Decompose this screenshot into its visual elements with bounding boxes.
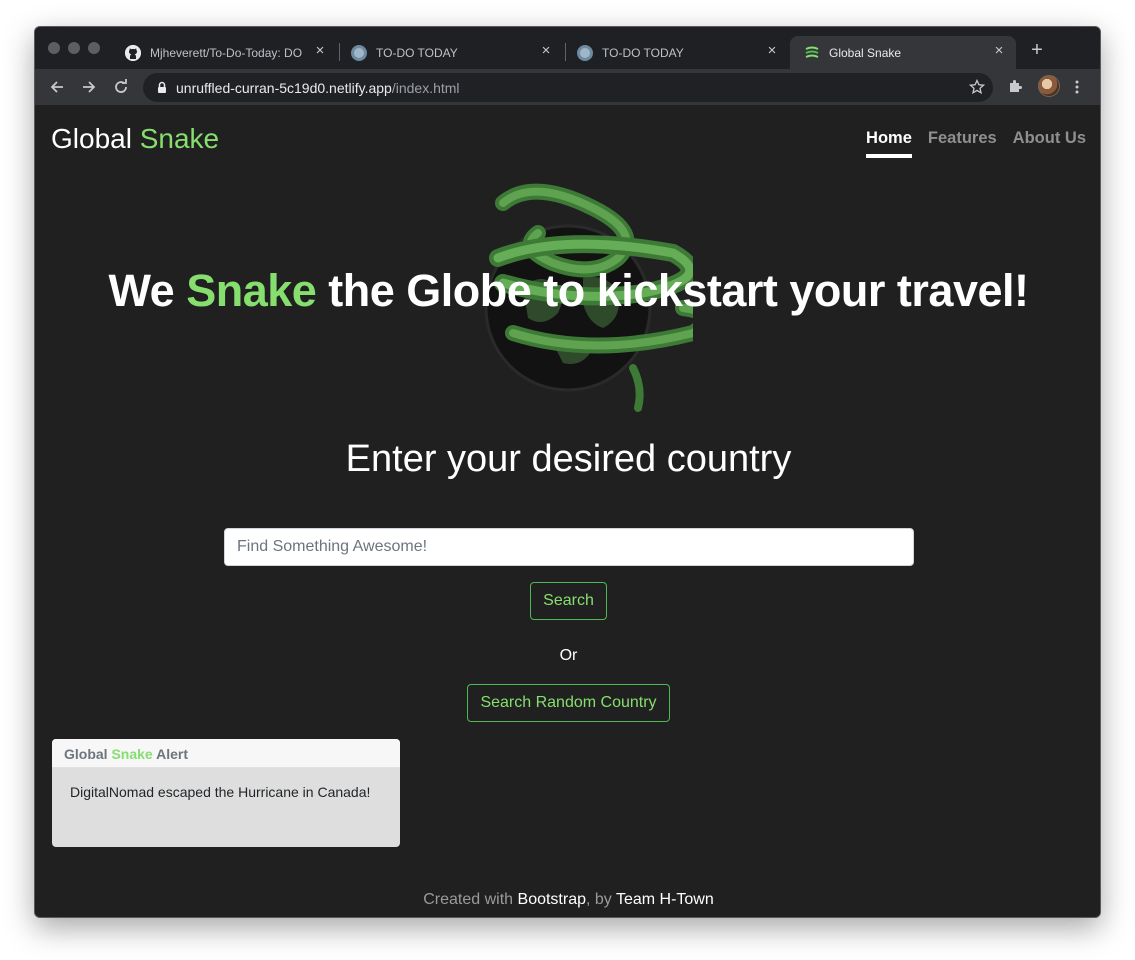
browser-toolbar: unruffled-curran-5c19d0.netlify.app/inde… [35, 69, 1100, 105]
snake-icon [804, 45, 820, 61]
or-divider-text: Or [559, 647, 578, 664]
tab-title: Mjheverett/To-Do-Today: DO [150, 45, 303, 60]
alert-message: DigitalNomad escaped the Hurricane in Ca… [70, 784, 371, 800]
new-tab-icon[interactable]: + [1027, 40, 1047, 60]
hero-text-after: the Globe to kickstart your travel! [328, 265, 1029, 316]
close-tab-icon[interactable]: × [539, 43, 553, 58]
tab-todo-2[interactable]: TO-DO TODAY × [563, 36, 789, 69]
nav-link-features[interactable]: Features [928, 129, 997, 158]
todo-app-icon [577, 44, 593, 61]
forward-arrow-icon[interactable] [79, 77, 99, 97]
tab-title: TO-DO TODAY [602, 45, 684, 60]
tab-strip: Mjheverett/To-Do-Today: DO × TO-DO TODAY… [35, 27, 1100, 69]
todo-app-icon [351, 44, 367, 61]
hero-heading: We Snake the Globe to kickstart your tra… [35, 265, 1100, 317]
profile-avatar[interactable] [1038, 75, 1060, 97]
bookmark-star-icon[interactable] [968, 78, 986, 100]
footer-prefix: Created with [423, 891, 514, 908]
search-button[interactable]: Search [530, 582, 607, 620]
browser-window: Mjheverett/To-Do-Today: DO × TO-DO TODAY… [34, 26, 1101, 918]
main-nav: Home Features About Us [866, 129, 1086, 158]
maximize-window-button[interactable] [88, 42, 100, 54]
extensions-puzzle-icon[interactable] [1007, 78, 1023, 99]
country-search-input[interactable] [224, 528, 914, 566]
back-arrow-icon[interactable] [47, 77, 67, 97]
close-window-button[interactable] [48, 42, 60, 54]
url-text: unruffled-curran-5c19d0.netlify.app/inde… [176, 80, 460, 96]
tab-github[interactable]: Mjheverett/To-Do-Today: DO × [111, 36, 337, 69]
page-footer: Created with Bootstrap, by Team H-Town [35, 891, 1100, 909]
tab-title: Global Snake [829, 45, 902, 60]
tab-global-snake[interactable]: Global Snake × [790, 36, 1016, 69]
footer-team-link[interactable]: Team H-Town [616, 891, 714, 908]
lock-icon [156, 81, 168, 99]
web-page: Global Snake Home Features About Us We S… [35, 105, 1100, 917]
alert-toast: Global Snake Alert DigitalNomad escaped … [52, 739, 400, 847]
github-icon [125, 44, 141, 61]
footer-middle: , by [586, 891, 612, 908]
brand-highlight: Snake [139, 123, 220, 154]
hero-text-before: We [108, 265, 175, 316]
search-heading: Enter your desired country [345, 438, 792, 480]
close-tab-icon[interactable]: × [313, 43, 327, 58]
search-random-country-button[interactable]: Search Random Country [467, 684, 670, 722]
url-host: unruffled-curran-5c19d0.netlify.app [176, 80, 392, 96]
tab-todo-1[interactable]: TO-DO TODAY × [337, 36, 563, 69]
more-menu-icon[interactable] [1075, 79, 1079, 100]
footer-bootstrap-link[interactable]: Bootstrap [518, 891, 586, 908]
hero-text-highlight: Snake [186, 265, 317, 316]
reload-icon[interactable] [111, 77, 131, 97]
close-tab-icon[interactable]: × [992, 43, 1006, 58]
url-path: /index.html [391, 80, 460, 96]
tab-title: TO-DO TODAY [376, 45, 458, 60]
close-tab-icon[interactable]: × [765, 43, 779, 58]
minimize-window-button[interactable] [68, 42, 80, 54]
nav-link-about-us[interactable]: About Us [1013, 129, 1086, 158]
alert-header: Global Snake Alert [52, 739, 400, 768]
brand-logo[interactable]: Global Snake [51, 123, 219, 155]
nav-link-home[interactable]: Home [866, 129, 912, 158]
address-bar[interactable]: unruffled-curran-5c19d0.netlify.app/inde… [143, 73, 993, 102]
brand-prefix: Global [51, 123, 132, 154]
alert-title-highlight: Snake [111, 746, 153, 762]
alert-title-prefix: Global [64, 746, 108, 762]
alert-title-suffix: Alert [156, 746, 188, 762]
